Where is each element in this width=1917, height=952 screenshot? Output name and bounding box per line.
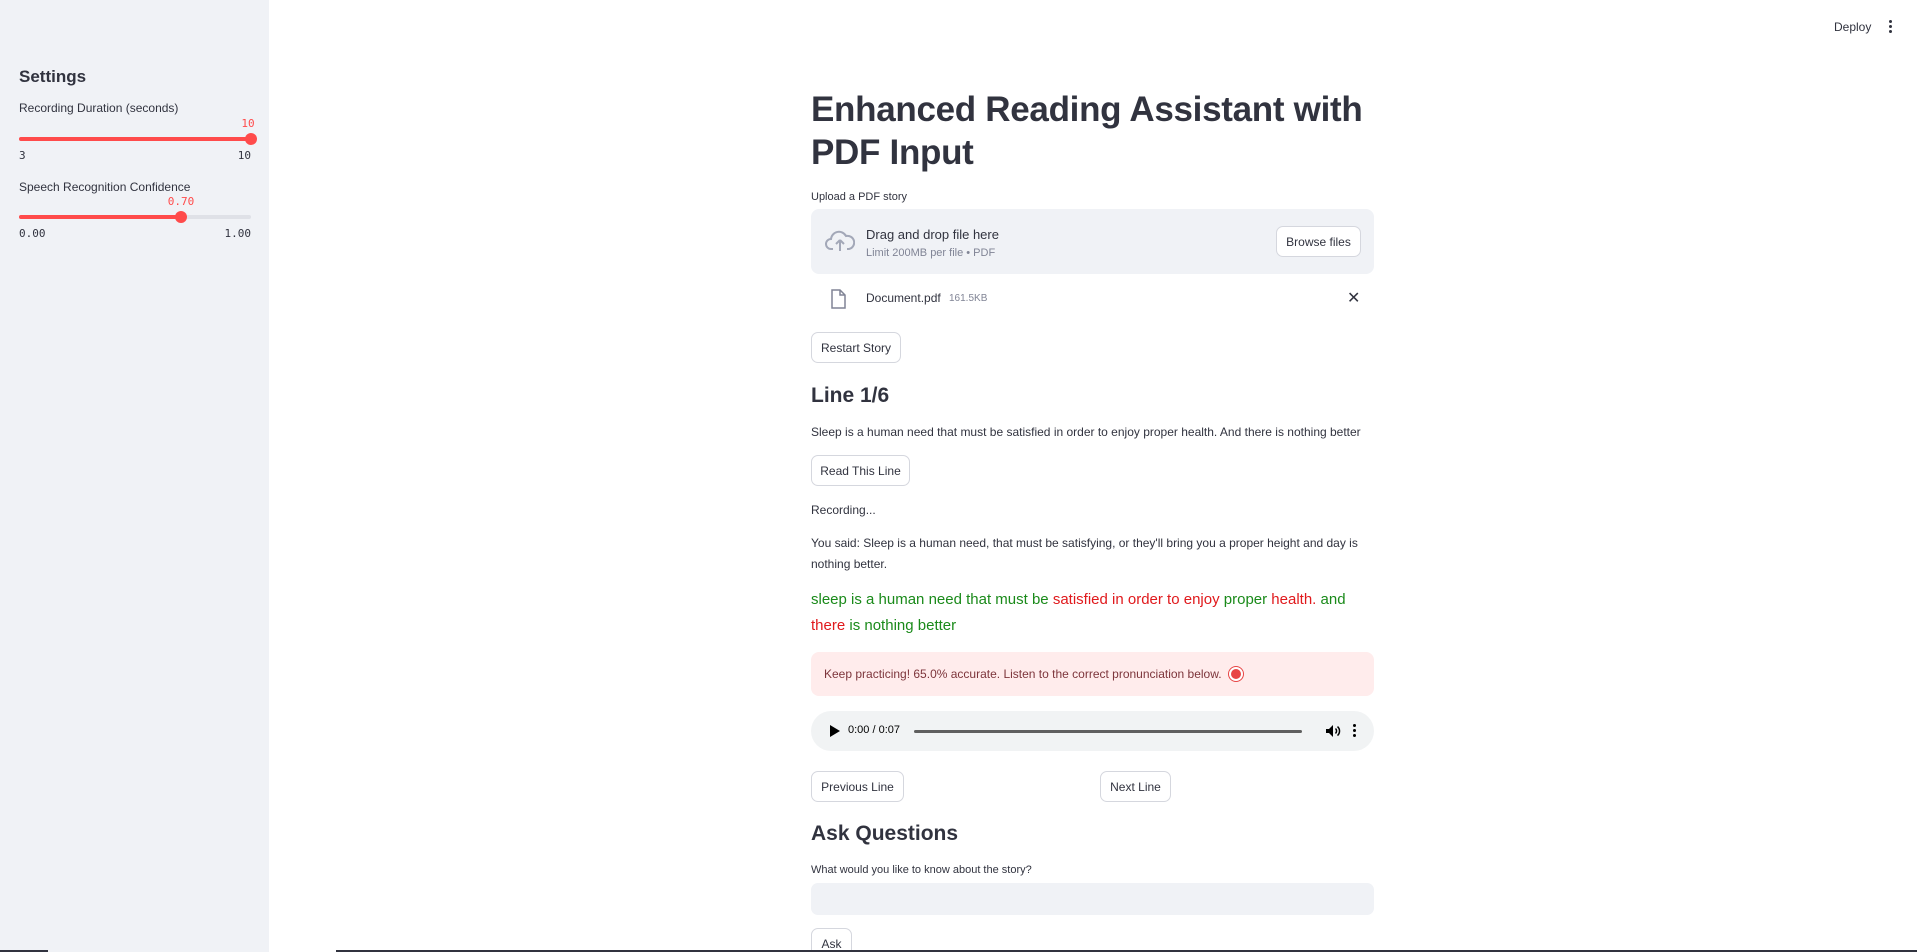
- slider-min: 3: [19, 149, 26, 162]
- comparison-word-correct: sleep is a human need that must be: [811, 591, 1049, 608]
- ask-questions-heading: Ask Questions: [811, 822, 959, 845]
- audio-time: 0:00 / 0:07: [848, 724, 900, 736]
- volume-icon[interactable]: [1325, 724, 1341, 738]
- feedback-text: Keep practicing! 65.0% accurate. Listen …: [824, 667, 1222, 681]
- page-title: Enhanced Reading Assistant with PDF Inpu…: [811, 90, 1363, 172]
- slider-max: 1.00: [224, 227, 252, 240]
- read-line-button[interactable]: Read This Line: [811, 455, 910, 486]
- file-size: 161.5KB: [949, 293, 988, 304]
- target-icon: [1228, 667, 1243, 681]
- slider-max: 10: [237, 149, 251, 162]
- recording-duration-slider[interactable]: 10 3 10: [19, 117, 257, 162]
- audio-progress-bar[interactable]: [914, 730, 1302, 733]
- slider-thumb[interactable]: [175, 211, 187, 223]
- deploy-button[interactable]: Deploy: [1834, 20, 1871, 34]
- comparison-word-correct: proper: [1223, 591, 1268, 608]
- comparison-word-wrong: satisfied in order to enjoy: [1052, 591, 1220, 608]
- comparison-word-correct: is nothing better: [849, 617, 957, 634]
- browse-files-button[interactable]: Browse files: [1276, 226, 1361, 257]
- audio-player[interactable]: 0:00 / 0:07: [811, 711, 1374, 751]
- recording-duration-label: Recording Duration (seconds): [19, 101, 179, 115]
- remove-file-icon[interactable]: ✕: [1347, 291, 1360, 307]
- sidebar-title: Settings: [19, 67, 87, 86]
- line-text: Sleep is a human need that must be satis…: [811, 425, 1361, 439]
- pronunciation-comparison: sleep is a human need that must be satis…: [811, 587, 1374, 639]
- confidence-label: Speech Recognition Confidence: [19, 180, 191, 194]
- restart-story-button[interactable]: Restart Story: [811, 332, 901, 363]
- comparison-word-wrong: health.: [1271, 591, 1317, 608]
- question-label: What would you like to know about the st…: [811, 864, 1032, 876]
- question-input[interactable]: [811, 883, 1374, 915]
- kebab-menu-icon[interactable]: [1884, 19, 1896, 35]
- comparison-word-wrong: there: [811, 617, 846, 634]
- recording-status: Recording...: [811, 503, 876, 517]
- audio-options-icon[interactable]: [1351, 724, 1357, 738]
- slider-value: 0.70: [167, 195, 195, 208]
- previous-line-button[interactable]: Previous Line: [811, 771, 904, 802]
- file-dropzone[interactable]: Drag and drop file here Limit 200MB per …: [811, 209, 1374, 274]
- cloud-upload-icon: [825, 230, 855, 251]
- next-line-button[interactable]: Next Line: [1100, 771, 1171, 802]
- line-heading: Line 1/6: [811, 384, 890, 407]
- feedback-alert: Keep practicing! 65.0% accurate. Listen …: [811, 652, 1374, 696]
- slider-value: 10: [241, 117, 255, 130]
- uploaded-file-row: Document.pdf 161.5KB ✕: [811, 287, 1374, 311]
- drag-drop-text: Drag and drop file here: [866, 227, 999, 242]
- confidence-slider[interactable]: 0.70 0.00 1.00: [19, 195, 251, 240]
- file-icon: [831, 289, 846, 309]
- transcription-text: You said: Sleep is a human need, that mu…: [811, 536, 1358, 571]
- comparison-word-correct: and: [1320, 591, 1346, 608]
- upload-limit-text: Limit 200MB per file • PDF: [866, 247, 996, 259]
- sidebar: Settings Recording Duration (seconds) 10…: [0, 0, 269, 952]
- file-name: Document.pdf: [866, 291, 941, 305]
- ask-button[interactable]: Ask: [811, 928, 852, 952]
- slider-fill: [19, 137, 251, 141]
- upload-label: Upload a PDF story: [811, 191, 907, 203]
- slider-min: 0.00: [19, 227, 46, 240]
- slider-thumb[interactable]: [245, 133, 257, 145]
- slider-fill: [19, 215, 181, 219]
- play-icon[interactable]: [830, 725, 840, 737]
